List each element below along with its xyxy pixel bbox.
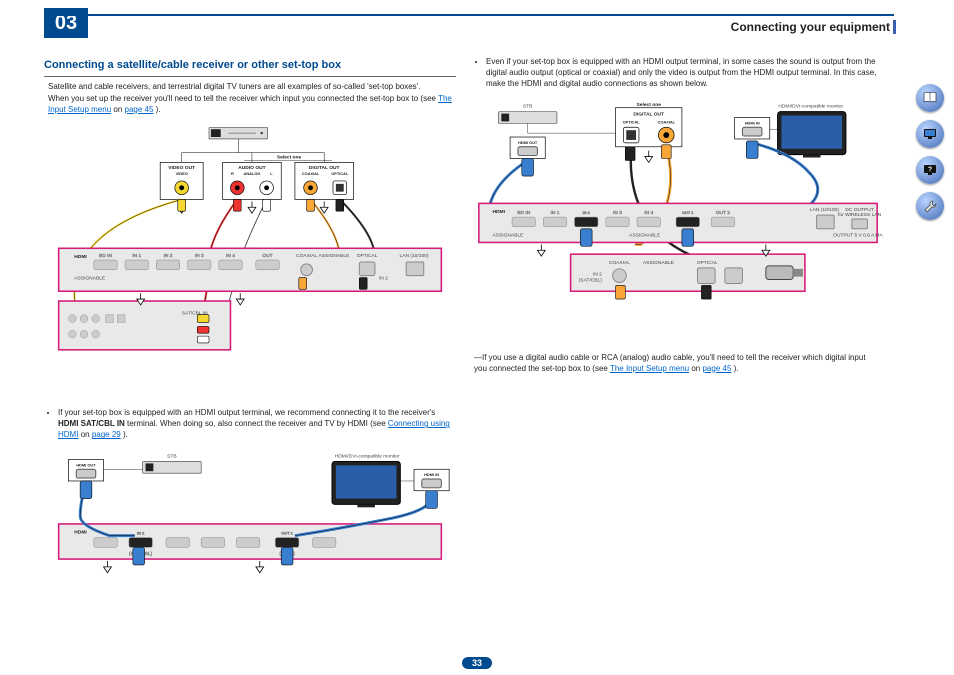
label-lan-r: LAN (10/100) <box>810 207 839 213</box>
monitor-icon[interactable] <box>916 120 944 148</box>
label-lan: LAN (10/100) <box>400 253 429 259</box>
bullet-list-left: If your set-top box is equipped with an … <box>58 407 454 441</box>
chapter-number-tab: 03 <box>44 8 88 38</box>
label-panel-coaxial-r: COAXIAL <box>609 259 630 265</box>
label-assignable: ASSIGNABLE <box>74 275 106 281</box>
book-icon[interactable] <box>916 84 944 112</box>
svg-text:IN 4: IN 4 <box>644 210 653 216</box>
svg-text:IN 2: IN 2 <box>164 253 173 259</box>
label-monitor-r: HDMI/DVI-compatible monitor <box>778 103 843 109</box>
label-assignable-r: ASSIGNABLE <box>493 232 525 238</box>
svg-text:?: ? <box>928 167 932 174</box>
svg-text:IN 2: IN 2 <box>137 530 145 535</box>
dash-note-b: on <box>691 364 702 373</box>
label-panel-optical: OPTICAL <box>357 253 378 259</box>
svg-text:OUT 1: OUT 1 <box>682 210 694 215</box>
diagram-hdmi-plus-digital-audio: STB HDMI OUT Select one DIGITAL OUT OPTI… <box>472 94 884 346</box>
label-hdmi-in-r: HDMI IN <box>745 120 760 125</box>
label-coaxial-r: COAXIAL <box>658 119 676 124</box>
label-select-one: Select one <box>277 154 302 160</box>
diagram-stb-hdmi: STB HDMI OUT HDMI/DVI-compatible monitor… <box>44 445 456 597</box>
link-page-29[interactable]: page 29 <box>92 430 121 439</box>
label-hdmi-in: HDMI IN <box>424 472 439 477</box>
label-panel-optical-r: OPTICAL <box>697 259 718 265</box>
right-column: Even if your set-top box is equipped wit… <box>472 54 884 641</box>
chapter-title-deco <box>893 20 896 34</box>
label-digital-out-r: DIGITAL OUT <box>633 111 664 117</box>
intro-text-2c: ). <box>156 105 161 114</box>
svg-text:OUT: OUT <box>262 253 272 259</box>
label-panel-hdmi-r: HDMI <box>493 209 506 215</box>
chapter-title: Connecting your equipment <box>731 20 890 34</box>
bullet1-text-d: ). <box>123 430 128 439</box>
label-hdmi-panel-2: HDMI <box>74 529 87 535</box>
label-monitor: HDMI/DVI-compatible monitor <box>335 453 400 459</box>
svg-text:IN 1: IN 1 <box>132 253 141 259</box>
bullet1-bold: HDMI SAT/CBL IN <box>58 419 125 428</box>
label-analog: ANALOG <box>244 171 261 176</box>
svg-text:IN 2: IN 2 <box>593 271 602 277</box>
header-rule <box>44 14 894 16</box>
wrench-icon[interactable] <box>916 192 944 220</box>
bullet-list-right: Even if your set-top box is equipped wit… <box>486 56 882 90</box>
svg-text:ASSIGNABLE: ASSIGNABLE <box>319 253 351 259</box>
label-optical-r: OPTICAL <box>623 119 641 124</box>
bullet-hdmi-recommend: If your set-top box is equipped with an … <box>58 407 454 441</box>
label-stb: STB <box>167 453 176 459</box>
label-for-wireless: for WIRELESS LAN <box>838 212 882 218</box>
label-optical: OPTICAL <box>331 171 349 176</box>
label-select-one-r: Select one <box>637 101 662 107</box>
label-panel-coaxial: COAXIAL <box>296 253 317 259</box>
svg-text:IN 2: IN 2 <box>379 275 388 281</box>
side-icon-column: ? <box>916 84 944 220</box>
label-video: VIDEO <box>176 171 188 176</box>
dash-note-c: ). <box>734 364 739 373</box>
svg-text:IN 1: IN 1 <box>551 210 560 216</box>
svg-text:IN 2: IN 2 <box>583 210 591 215</box>
svg-text:IN 3: IN 3 <box>195 253 204 259</box>
svg-text:OUT 1: OUT 1 <box>281 530 293 535</box>
link-input-setup-menu-2[interactable]: The Input Setup menu <box>610 364 689 373</box>
svg-text:(SAT/CBL): (SAT/CBL) <box>579 277 603 283</box>
svg-text:ASSIGNABLE: ASSIGNABLE <box>629 232 661 238</box>
svg-text:BD IN: BD IN <box>517 210 530 216</box>
label-output-5v: OUTPUT 5 V 0.6 A MAX <box>833 232 883 238</box>
label-coaxial: COAXIAL <box>302 171 320 176</box>
intro-text-1: Satellite and cable receivers, and terre… <box>48 82 420 91</box>
help-icon[interactable]: ? <box>916 156 944 184</box>
intro-text-2a: When you set up the receiver you'll need… <box>48 94 438 103</box>
label-hdmi-out: HDMI OUT <box>76 462 96 467</box>
page-number: 33 <box>462 657 492 669</box>
svg-text:BD IN: BD IN <box>99 253 112 259</box>
link-page-45[interactable]: page 45 <box>125 105 154 114</box>
bullet1-text-c: on <box>81 430 92 439</box>
label-stb-r: STB <box>523 103 532 109</box>
left-column: Connecting a satellite/cable receiver or… <box>44 54 456 641</box>
bullet-hdmi-note: Even if your set-top box is equipped wit… <box>486 56 882 90</box>
link-page-45-2[interactable]: page 45 <box>702 364 731 373</box>
intro-paragraph: Satellite and cable receivers, and terre… <box>48 81 452 115</box>
label-r: R <box>231 171 234 176</box>
label-hdmi-panel: HDMI <box>74 254 87 260</box>
svg-text:OUT 2: OUT 2 <box>716 210 731 216</box>
dash-note: —If you use a digital audio cable or RCA… <box>474 352 880 374</box>
intro-text-2b: on <box>113 105 124 114</box>
svg-text:IN 4: IN 4 <box>226 253 235 259</box>
section-heading: Connecting a satellite/cable receiver or… <box>44 58 456 77</box>
label-hdmi-out-r: HDMI OUT <box>518 139 538 144</box>
diagram-stb-audio-video: Select one VIDEO OUT VIDEO AUDIO OUT R A… <box>44 119 456 401</box>
bullet1-text-a: If your set-top box is equipped with an … <box>58 408 435 417</box>
svg-text:ASSIGNABLE: ASSIGNABLE <box>643 259 675 265</box>
bullet1-text-b: terminal. When doing so, also connect th… <box>127 419 388 428</box>
svg-text:IN 3: IN 3 <box>613 210 622 216</box>
